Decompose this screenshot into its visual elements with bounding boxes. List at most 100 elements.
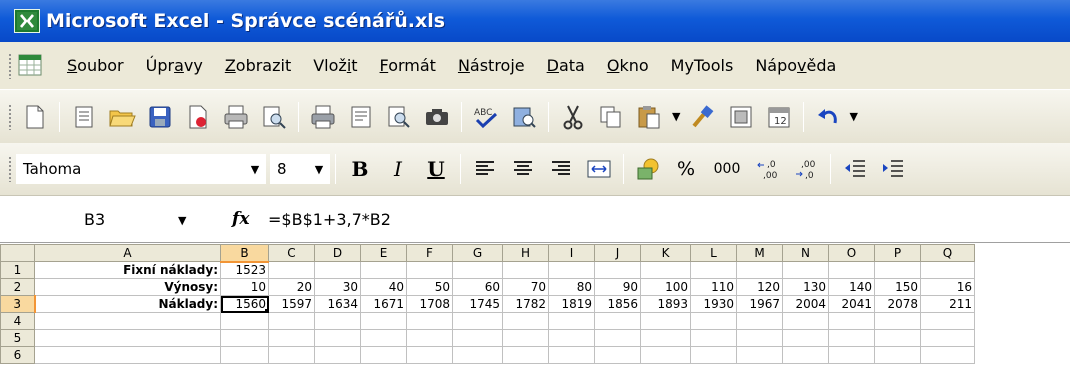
cell[interactable]: 211 bbox=[920, 295, 975, 313]
cell[interactable]: 90 bbox=[594, 278, 641, 296]
menubar-grip[interactable] bbox=[8, 52, 12, 79]
cell[interactable] bbox=[594, 329, 641, 347]
cell[interactable]: 1671 bbox=[360, 295, 407, 313]
name-box[interactable]: B3 ▼ bbox=[0, 196, 210, 242]
cell[interactable]: 1597 bbox=[268, 295, 315, 313]
cell[interactable] bbox=[34, 346, 221, 364]
cell[interactable] bbox=[548, 329, 595, 347]
column-header[interactable]: O bbox=[828, 244, 875, 262]
cell[interactable] bbox=[736, 329, 783, 347]
align-left-icon[interactable] bbox=[468, 152, 502, 186]
align-right-icon[interactable] bbox=[544, 152, 578, 186]
cell[interactable] bbox=[314, 329, 361, 347]
merge-center-icon[interactable] bbox=[582, 152, 616, 186]
underline-button[interactable]: U bbox=[419, 152, 453, 186]
thousands-separator-button[interactable]: 000 bbox=[707, 152, 747, 186]
cell[interactable]: 16 bbox=[920, 278, 975, 296]
cell[interactable] bbox=[268, 329, 315, 347]
camera-icon[interactable] bbox=[420, 100, 454, 134]
new-document-icon[interactable] bbox=[18, 100, 52, 134]
cell[interactable] bbox=[548, 346, 595, 364]
research-book-icon[interactable] bbox=[507, 100, 541, 134]
column-header[interactable]: P bbox=[874, 244, 921, 262]
cell[interactable]: 2004 bbox=[782, 295, 829, 313]
cell[interactable]: 70 bbox=[502, 278, 549, 296]
cell[interactable]: 2078 bbox=[874, 295, 921, 313]
cell[interactable] bbox=[594, 261, 641, 279]
cell[interactable]: 40 bbox=[360, 278, 407, 296]
cell[interactable] bbox=[502, 346, 549, 364]
cell[interactable] bbox=[34, 329, 221, 347]
column-header[interactable]: K bbox=[640, 244, 691, 262]
cell[interactable] bbox=[314, 312, 361, 330]
cell[interactable] bbox=[502, 261, 549, 279]
cell[interactable]: 100 bbox=[640, 278, 691, 296]
workbook-icon[interactable] bbox=[16, 52, 46, 80]
menu-item[interactable]: Data bbox=[536, 56, 596, 75]
column-header[interactable]: Q bbox=[920, 244, 975, 262]
bold-button[interactable]: B bbox=[343, 152, 377, 186]
row-header[interactable]: 2 bbox=[0, 278, 35, 296]
decrease-indent-icon[interactable] bbox=[838, 152, 872, 186]
cell[interactable] bbox=[874, 329, 921, 347]
cell[interactable] bbox=[736, 346, 783, 364]
menu-item[interactable]: Zobrazit bbox=[214, 56, 302, 75]
decrease-decimal-icon[interactable]: ,00,0 bbox=[789, 152, 823, 186]
menu-item[interactable]: Nástroje bbox=[447, 56, 536, 75]
cell[interactable] bbox=[690, 261, 737, 279]
print-preview-icon[interactable] bbox=[257, 100, 291, 134]
cell[interactable] bbox=[736, 261, 783, 279]
cell[interactable] bbox=[920, 312, 975, 330]
active-cell[interactable]: 1560 bbox=[220, 295, 269, 313]
menu-item[interactable]: Úpravy bbox=[135, 56, 214, 75]
menu-item[interactable]: MyTools bbox=[660, 56, 745, 75]
cell[interactable]: 140 bbox=[828, 278, 875, 296]
cell[interactable] bbox=[828, 346, 875, 364]
cell[interactable] bbox=[782, 312, 829, 330]
cell[interactable] bbox=[736, 312, 783, 330]
column-header[interactable]: J bbox=[594, 244, 641, 262]
cell[interactable]: 130 bbox=[782, 278, 829, 296]
column-header[interactable]: E bbox=[360, 244, 407, 262]
row-header[interactable]: 1 bbox=[0, 261, 35, 279]
currency-icon[interactable] bbox=[631, 152, 665, 186]
cell[interactable] bbox=[690, 312, 737, 330]
cell[interactable]: 1745 bbox=[452, 295, 503, 313]
cell[interactable] bbox=[502, 312, 549, 330]
font-name-combo[interactable]: Tahoma ▼ bbox=[16, 154, 266, 184]
cell[interactable]: Fixní náklady: bbox=[34, 261, 221, 279]
cell[interactable] bbox=[690, 346, 737, 364]
cell[interactable] bbox=[452, 312, 503, 330]
undo-dropdown-arrow-icon[interactable]: ▼ bbox=[849, 110, 857, 123]
cell[interactable] bbox=[640, 312, 691, 330]
cut-icon[interactable] bbox=[556, 100, 590, 134]
column-header[interactable]: B bbox=[220, 244, 269, 263]
permission-icon[interactable] bbox=[181, 100, 215, 134]
open-folder-icon[interactable] bbox=[105, 100, 139, 134]
column-header[interactable]: H bbox=[502, 244, 549, 262]
cell[interactable] bbox=[268, 312, 315, 330]
cell[interactable] bbox=[874, 346, 921, 364]
font-dropdown-arrow-icon[interactable]: ▼ bbox=[245, 163, 265, 176]
print-icon[interactable] bbox=[219, 100, 253, 134]
cell[interactable] bbox=[314, 261, 361, 279]
align-center-icon[interactable] bbox=[506, 152, 540, 186]
cell[interactable] bbox=[406, 312, 453, 330]
menu-item[interactable]: Okno bbox=[596, 56, 660, 75]
column-header[interactable]: A bbox=[34, 244, 221, 262]
cell[interactable] bbox=[406, 261, 453, 279]
menu-item[interactable]: Soubor bbox=[56, 56, 135, 75]
cell[interactable]: 60 bbox=[452, 278, 503, 296]
cell[interactable] bbox=[920, 261, 975, 279]
print-icon[interactable] bbox=[306, 100, 340, 134]
cell[interactable] bbox=[640, 329, 691, 347]
copy-icon[interactable] bbox=[594, 100, 628, 134]
cell[interactable] bbox=[594, 346, 641, 364]
cell[interactable] bbox=[920, 329, 975, 347]
cell[interactable] bbox=[360, 261, 407, 279]
cell[interactable]: 1893 bbox=[640, 295, 691, 313]
cell[interactable] bbox=[548, 261, 595, 279]
research-icon[interactable] bbox=[344, 100, 378, 134]
row-header[interactable]: 5 bbox=[0, 329, 35, 347]
cell[interactable]: 110 bbox=[690, 278, 737, 296]
